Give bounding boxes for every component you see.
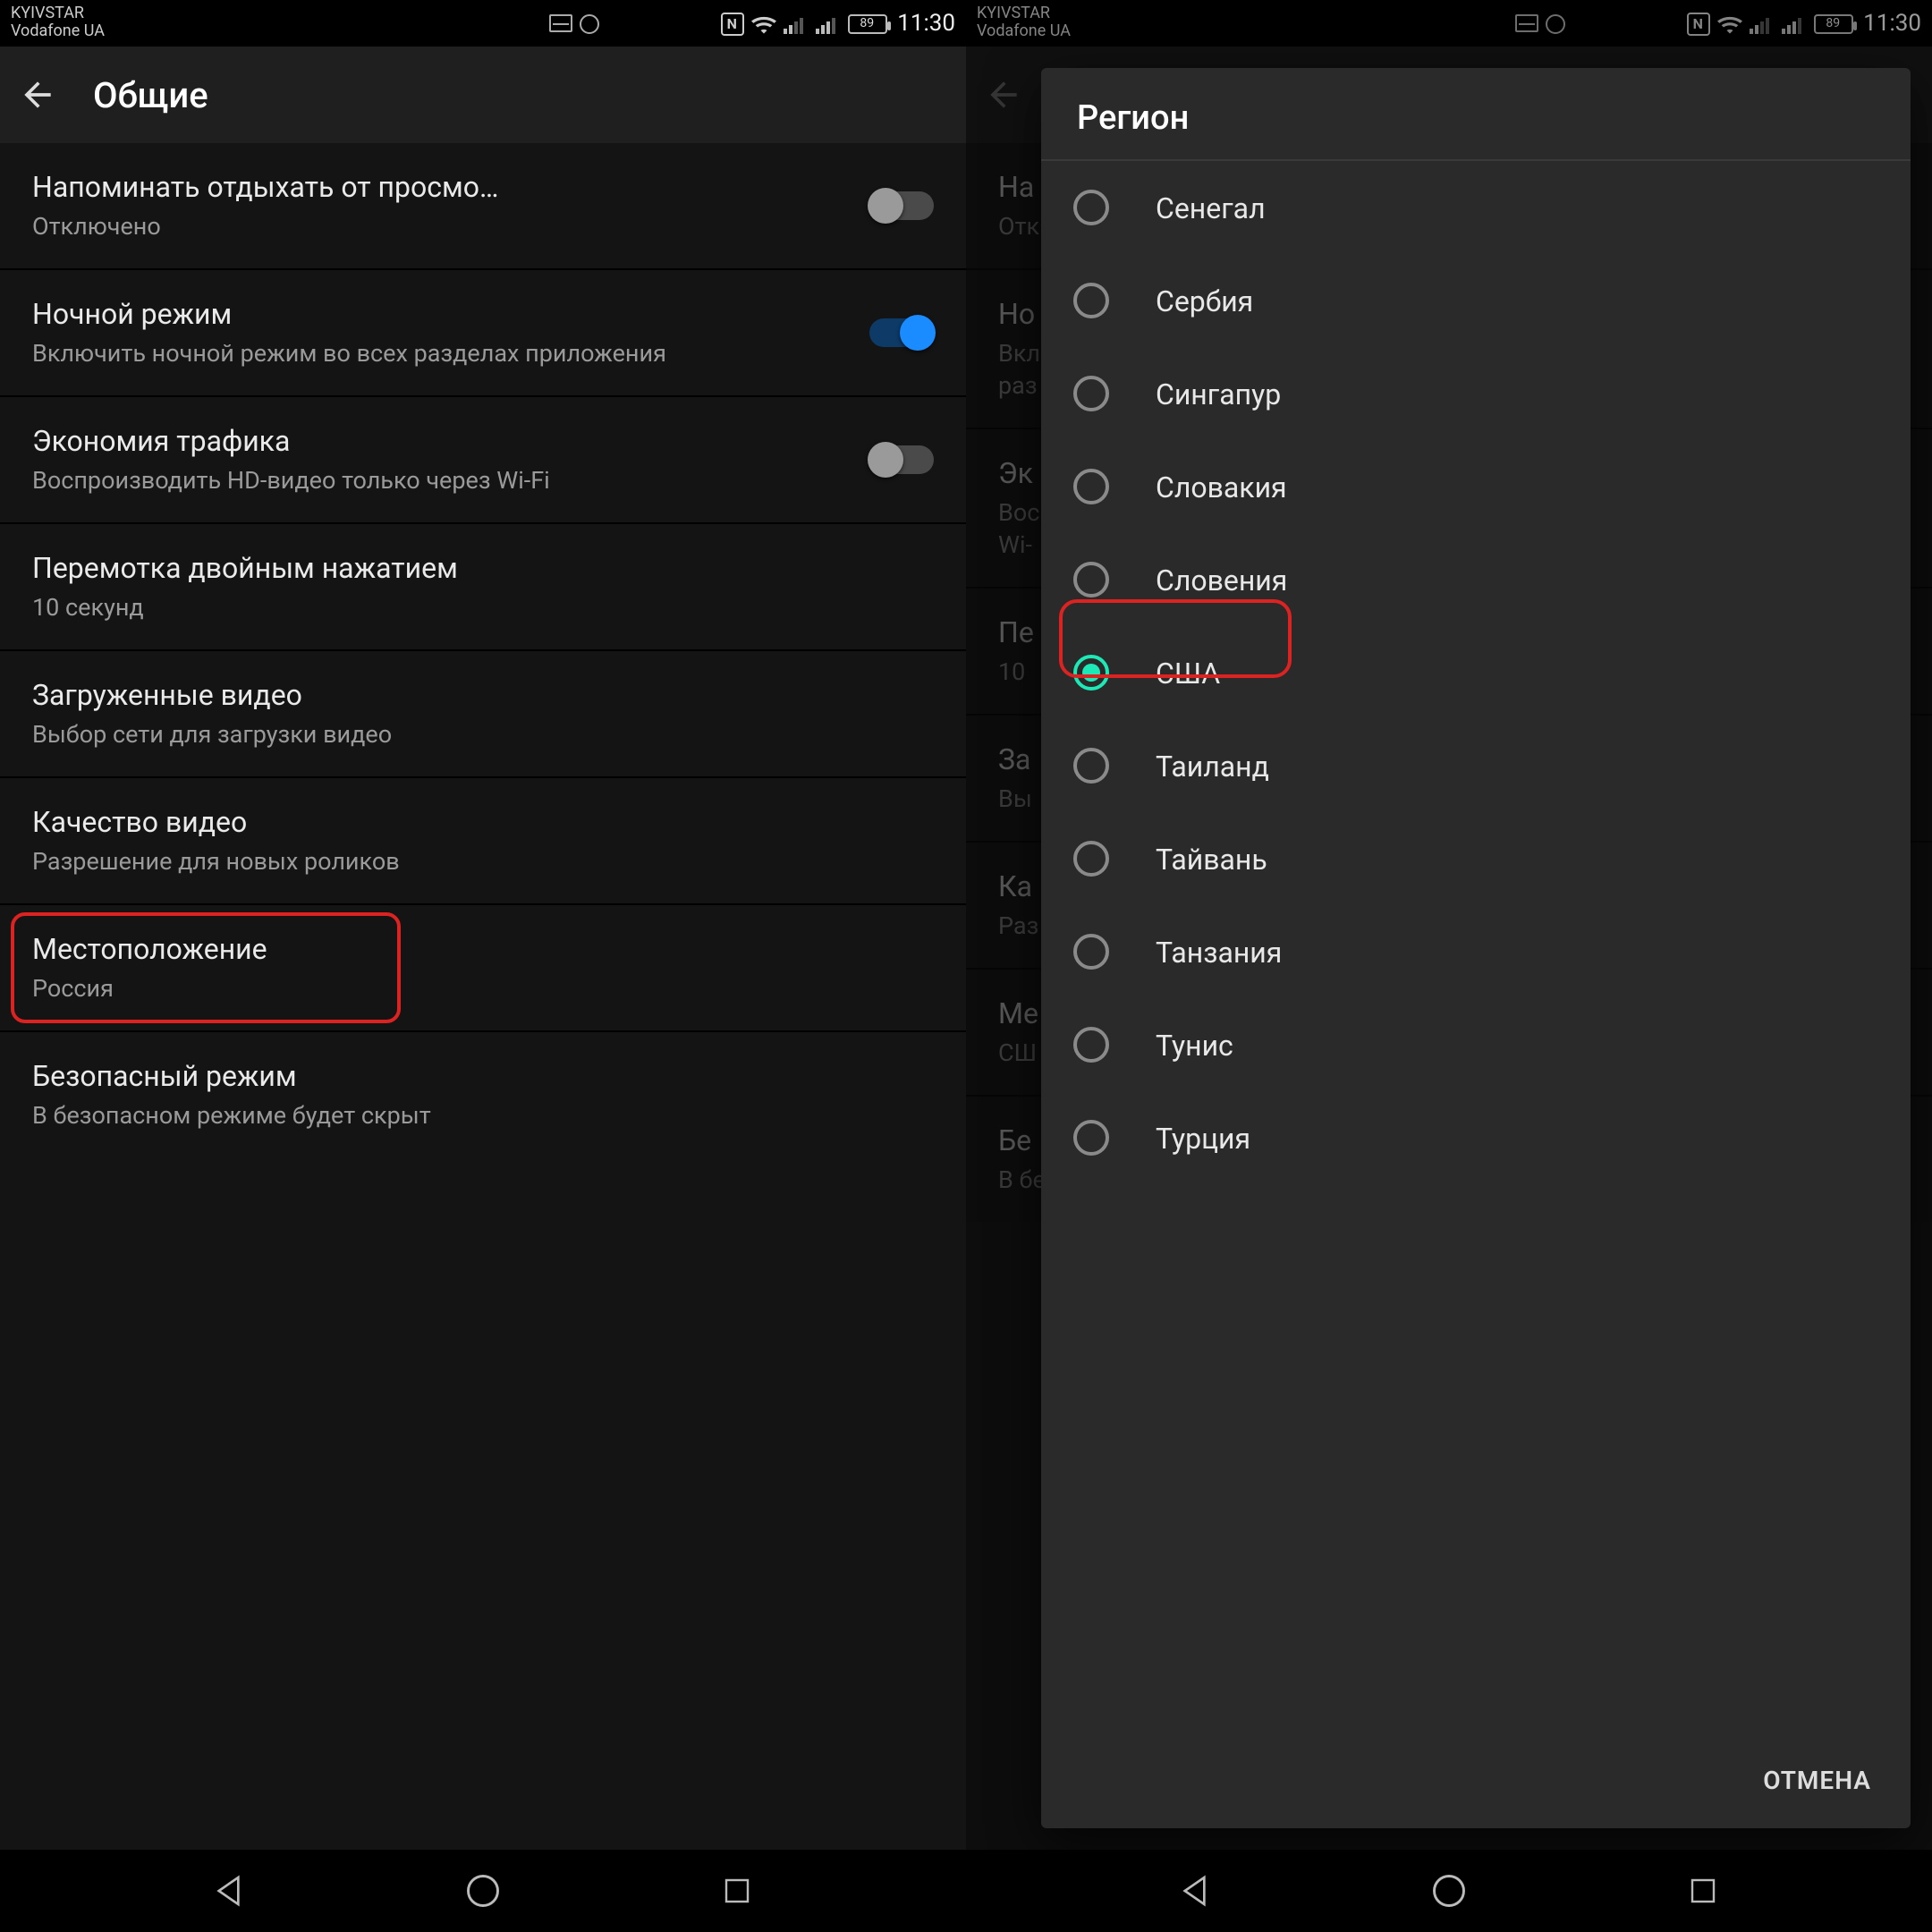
nav-bar: [0, 1850, 966, 1932]
region-list[interactable]: Сенегал Сербия Сингапур Словакия Словения США…: [1041, 161, 1911, 1739]
radio-icon: [1073, 748, 1109, 784]
radio-icon: [1073, 469, 1109, 504]
region-option[interactable]: Словения: [1041, 533, 1911, 626]
region-label: Тайвань: [1156, 842, 1267, 876]
region-label: Таиланд: [1156, 749, 1269, 783]
radio-icon: [1073, 1027, 1109, 1063]
region-label: Сингапур: [1156, 377, 1281, 411]
region-option[interactable]: Сенегал: [1041, 161, 1911, 254]
nav-recent[interactable]: [713, 1868, 759, 1914]
app-bar: Общие: [0, 47, 966, 143]
item-title: Напоминать отдыхать от просмо…: [32, 168, 852, 208]
radio-icon: [1073, 655, 1109, 691]
radio-icon: [1073, 190, 1109, 225]
nav-home[interactable]: [1426, 1868, 1472, 1914]
setting-double-tap-seek[interactable]: Перемотка двойным нажатием 10 секунд: [0, 524, 966, 651]
region-option[interactable]: Турция: [1041, 1091, 1911, 1184]
item-subtitle: В безопасном режиме будет скрыт: [32, 1100, 934, 1132]
status-bar: KYIVSTAR Vodafone UA N 89 11:30: [0, 0, 966, 47]
region-option[interactable]: Танзания: [1041, 905, 1911, 998]
heartrate-icon: [548, 14, 572, 32]
region-label: Турция: [1156, 1121, 1250, 1155]
radio-icon: [1073, 376, 1109, 411]
item-subtitle: Разрешение для новых роликов: [32, 846, 934, 878]
signal-2-icon: [815, 13, 840, 33]
radio-icon: [1073, 934, 1109, 970]
setting-dark-mode[interactable]: Ночной режим Включить ночной режим во вс…: [0, 270, 966, 397]
nav-bar: [966, 1850, 1932, 1932]
item-subtitle: Отключено: [32, 211, 852, 243]
item-title: Загруженные видео: [32, 676, 934, 716]
item-title: Качество видео: [32, 803, 934, 843]
toggle-switch[interactable]: [869, 318, 934, 347]
item-subtitle: Воспроизводить HD-видео только через Wi-…: [32, 465, 852, 497]
carrier-2: Vodafone UA: [11, 23, 105, 41]
region-label: Тунис: [1156, 1028, 1233, 1062]
setting-remind-break[interactable]: Напоминать отдыхать от просмо… Отключено: [0, 143, 966, 270]
item-subtitle: Россия: [32, 973, 934, 1005]
battery-icon: 89: [847, 13, 886, 33]
item-title: Ночной режим: [32, 295, 852, 335]
region-option[interactable]: Словакия: [1041, 440, 1911, 533]
region-label: Сербия: [1156, 284, 1253, 318]
toggle-switch[interactable]: [869, 191, 934, 220]
region-label: Танзания: [1156, 935, 1282, 969]
setting-downloads[interactable]: Загруженные видео Выбор сети для загрузк…: [0, 651, 966, 778]
radio-icon: [1073, 562, 1109, 597]
setting-location[interactable]: Местоположение Россия: [0, 905, 966, 1032]
radio-icon: [1073, 1120, 1109, 1156]
cancel-button[interactable]: ОТМЕНА: [1741, 1753, 1893, 1810]
item-title: Местоположение: [32, 930, 934, 970]
region-option[interactable]: Сингапур: [1041, 347, 1911, 440]
region-option[interactable]: США: [1041, 626, 1911, 719]
carrier-1: KYIVSTAR: [11, 5, 105, 23]
nav-back[interactable]: [1173, 1868, 1219, 1914]
region-label: Сенегал: [1156, 191, 1266, 225]
wifi-icon: [750, 13, 775, 33]
radio-icon: [1073, 283, 1109, 318]
region-option[interactable]: Тунис: [1041, 998, 1911, 1091]
region-option[interactable]: Сербия: [1041, 254, 1911, 347]
signal-1-icon: [783, 13, 808, 33]
item-title: Безопасный режим: [32, 1057, 934, 1097]
item-title: Экономия трафика: [32, 422, 852, 462]
phone-left: KYIVSTAR Vodafone UA N 89 11:30 Общие: [0, 0, 966, 1932]
settings-list: Напоминать отдыхать от просмо… Отключено…: [0, 143, 966, 1157]
setting-data-saver[interactable]: Экономия трафика Воспроизводить HD-видео…: [0, 397, 966, 524]
clock: 11:30: [897, 10, 955, 37]
region-label: Словакия: [1156, 470, 1287, 504]
region-option[interactable]: Таиланд: [1041, 719, 1911, 812]
item-title: Перемотка двойным нажатием: [32, 549, 934, 589]
item-subtitle: Выбор сети для загрузки видео: [32, 719, 934, 751]
item-subtitle: Включить ночной режим во всех разделах п…: [32, 338, 852, 370]
radio-icon: [1073, 841, 1109, 877]
nav-back[interactable]: [207, 1868, 253, 1914]
back-button[interactable]: [18, 75, 57, 114]
page-title: Общие: [93, 73, 208, 116]
region-dialog: Регион Сенегал Сербия Сингапур Словакия Слов…: [1041, 68, 1911, 1828]
region-label: США: [1156, 656, 1220, 690]
nfc-icon: N: [720, 12, 743, 35]
region-label: Словения: [1156, 563, 1287, 597]
nav-home[interactable]: [460, 1868, 506, 1914]
dialog-title: Регион: [1041, 68, 1911, 161]
nav-recent[interactable]: [1679, 1868, 1725, 1914]
setting-video-quality[interactable]: Качество видео Разрешение для новых роли…: [0, 778, 966, 905]
ball-icon: [579, 13, 598, 33]
region-option[interactable]: Тайвань: [1041, 812, 1911, 905]
toggle-switch[interactable]: [869, 445, 934, 474]
phone-right: KYIVSTAR Vodafone UA N 89 11:30 НаОтк: [966, 0, 1932, 1932]
item-subtitle: 10 секунд: [32, 592, 934, 624]
setting-restricted-mode[interactable]: Безопасный режим В безопасном режиме буд…: [0, 1032, 966, 1157]
